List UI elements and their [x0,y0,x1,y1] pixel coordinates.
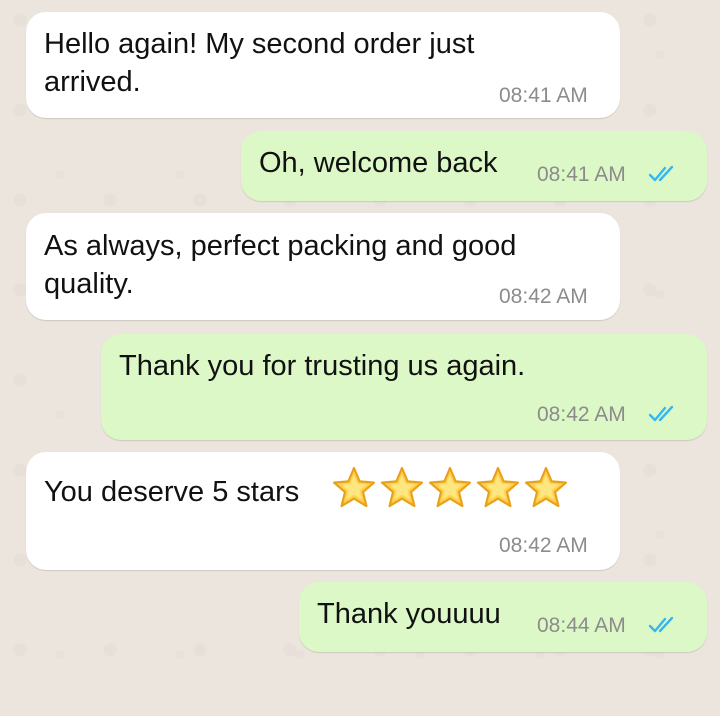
message-timestamp: 08:42 AM [499,534,588,557]
chat-message-list[interactable]: Hello again! My second order just arrive… [0,0,720,716]
double-check-read-icon [648,405,674,422]
message-timestamp: 08:41 AM [537,163,626,186]
message-bubble-incoming[interactable]: You deserve 5 stars 08:42 AM [26,452,620,570]
message-text: Thank you for trusting us again. [119,350,526,382]
message-bubble-outgoing[interactable]: Oh, welcome back 08:41 AM [241,131,707,201]
double-check-read-icon [648,165,674,182]
message-timestamp: 08:41 AM [499,84,588,107]
star-emoji [476,466,520,508]
message-text: Hello again! My second order just arrive… [44,28,475,98]
star-emoji [332,466,376,508]
star-emoji [380,466,424,508]
double-check-read-icon [648,616,674,633]
message-timestamp: 08:44 AM [537,614,626,637]
message-bubble-incoming[interactable]: As always, perfect packing and good qual… [26,213,620,320]
message-text: Thank youuuu [317,598,501,630]
message-timestamp: 08:42 AM [537,403,626,426]
message-text: Oh, welcome back [259,147,498,179]
message-bubble-outgoing[interactable]: Thank you for trusting us again. 08:42 A… [101,334,707,440]
star-emoji [524,466,568,508]
message-timestamp: 08:42 AM [499,285,588,308]
star-emoji-group [330,464,570,512]
message-bubble-incoming[interactable]: Hello again! My second order just arrive… [26,12,620,118]
message-text: You deserve 5 stars [44,476,300,508]
star-emoji [428,466,472,508]
message-bubble-outgoing[interactable]: Thank youuuu 08:44 AM [299,582,707,652]
